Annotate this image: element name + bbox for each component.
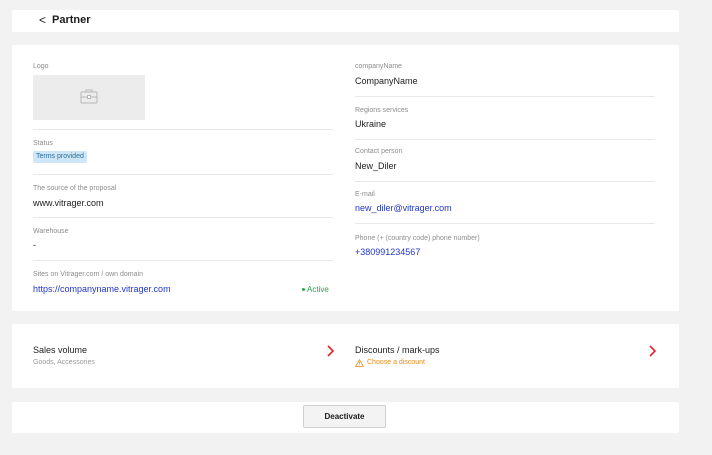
discounts-title: Discounts / mark-ups — [355, 345, 440, 355]
status-badge: Terms provided — [33, 151, 87, 163]
status-label: Status — [33, 140, 53, 147]
briefcase-icon — [80, 89, 98, 104]
sales-volume-title: Sales volume — [33, 345, 88, 355]
divider — [355, 139, 655, 140]
status-dot-icon — [302, 288, 305, 292]
chevron-right-icon[interactable] — [647, 345, 657, 357]
sites-label: Sites on Vitrager.com / own domain — [33, 271, 143, 278]
deactivate-button[interactable]: Deactivate — [303, 405, 386, 428]
logo-label: Logo — [33, 63, 49, 70]
back-arrow-icon[interactable]: < — [39, 13, 46, 27]
chevron-right-icon[interactable] — [325, 345, 335, 357]
email-link[interactable]: new_diler@vitrager.com — [355, 203, 452, 213]
divider — [33, 129, 333, 130]
regions-label: Regions services — [355, 107, 409, 114]
contact-label: Contact person — [355, 148, 403, 155]
actions-bar: Deactivate — [12, 402, 679, 433]
active-status: Active — [302, 285, 329, 294]
phone-link[interactable]: +380991234567 — [355, 247, 420, 257]
company-name-label: companyName — [355, 63, 403, 70]
warehouse-label: Warehouse — [33, 228, 69, 235]
divider — [33, 260, 333, 261]
regions-value: Ukraine — [355, 119, 387, 129]
partner-info-card: Logo Status Terms provided The source of… — [12, 45, 679, 311]
discount-warning: Choose a discount — [367, 359, 425, 366]
divider — [355, 96, 655, 97]
active-status-text: Active — [307, 285, 329, 294]
page-title: Partner — [52, 14, 91, 26]
site-link[interactable]: https://companyname.vitrager.com — [33, 284, 171, 294]
source-label: The source of the proposal — [33, 185, 117, 192]
divider — [355, 223, 655, 224]
page-header: < Partner — [12, 10, 679, 32]
contact-value: New_Diler — [355, 161, 397, 171]
sales-volume-subtitle: Goods, Accessories — [33, 359, 95, 366]
divider — [33, 217, 333, 218]
logo-placeholder[interactable] — [33, 75, 145, 120]
company-name-value: CompanyName — [355, 76, 418, 86]
email-label: E-mail — [355, 191, 375, 198]
phone-label: Phone (+ (country code) phone number) — [355, 235, 480, 242]
warehouse-value: - — [33, 240, 36, 250]
divider — [355, 181, 655, 182]
warning-icon — [355, 359, 364, 367]
divider — [33, 174, 333, 175]
sales-card: Sales volume Goods, Accessories Discount… — [12, 324, 679, 388]
source-value: www.vitrager.com — [33, 198, 104, 208]
